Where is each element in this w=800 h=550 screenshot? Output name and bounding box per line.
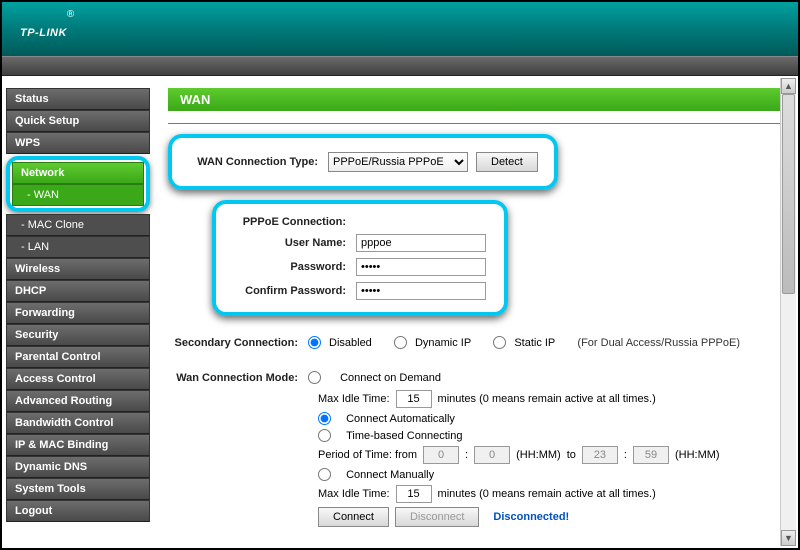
sidebar-item-wps[interactable]: WPS: [6, 132, 150, 154]
mode-manual-radio[interactable]: [318, 468, 331, 481]
wan-type-label: WAN Connection Type:: [188, 156, 328, 168]
secondary-static-radio[interactable]: [493, 336, 506, 349]
sidebar-item-system-tools[interactable]: System Tools: [6, 478, 150, 500]
period-h2-input[interactable]: [582, 446, 618, 464]
connection-status: Disconnected!: [493, 511, 569, 523]
secondary-disabled-label: Disabled: [329, 337, 372, 349]
secondary-connection-label: Secondary Connection:: [168, 337, 308, 349]
disconnect-button[interactable]: Disconnect: [395, 507, 479, 527]
period-h1-input[interactable]: [423, 446, 459, 464]
sidebar-item-status[interactable]: Status: [6, 88, 150, 110]
sidebar-item-wireless[interactable]: Wireless: [6, 258, 150, 280]
idle2-label: Max Idle Time:: [318, 488, 390, 500]
sidebar-item-wan[interactable]: - WAN: [12, 184, 144, 206]
to-label: to: [567, 449, 576, 461]
username-input[interactable]: [356, 234, 486, 252]
sidebar-item-quick-setup[interactable]: Quick Setup: [6, 110, 150, 132]
confirm-password-input[interactable]: [356, 282, 486, 300]
logo: TP-LINK®: [20, 15, 75, 43]
pppoe-heading: PPPoE Connection:: [216, 216, 356, 228]
confirm-password-label: Confirm Password:: [216, 285, 356, 297]
sidebar-item-parental-control[interactable]: Parental Control: [6, 346, 150, 368]
hhmm2: (HH:MM): [675, 449, 720, 461]
mode-time-radio[interactable]: [318, 429, 331, 442]
sidebar-item-bandwidth-control[interactable]: Bandwidth Control: [6, 412, 150, 434]
secondary-static-label: Static IP: [514, 337, 555, 349]
sidebar-item-dhcp[interactable]: DHCP: [6, 280, 150, 302]
sidebar-item-lan[interactable]: - LAN: [6, 236, 150, 258]
content-area: WAN WAN Connection Type: PPPoE/Russia PP…: [150, 76, 798, 548]
detect-button[interactable]: Detect: [476, 152, 538, 172]
highlight-wan-type: WAN Connection Type: PPPoE/Russia PPPoE …: [168, 134, 558, 190]
mode-auto-radio[interactable]: [318, 412, 331, 425]
sidebar-item-security[interactable]: Security: [6, 324, 150, 346]
sidebar-item-mac-clone[interactable]: - MAC Clone: [6, 214, 150, 236]
secondary-disabled-radio[interactable]: [308, 336, 321, 349]
period-m1-input[interactable]: [474, 446, 510, 464]
scroll-thumb[interactable]: [782, 94, 795, 294]
sidebar-item-access-control[interactable]: Access Control: [6, 368, 150, 390]
idle-label: Max Idle Time:: [318, 393, 390, 405]
idle2-time-input[interactable]: [396, 485, 432, 503]
sidebar: StatusQuick SetupWPSNetwork- WAN- MAC Cl…: [2, 76, 150, 548]
sidebar-item-network[interactable]: Network: [12, 162, 144, 184]
sidebar-item-dynamic-dns[interactable]: Dynamic DNS: [6, 456, 150, 478]
connect-button[interactable]: Connect: [318, 507, 389, 527]
sidebar-item-ip-mac-binding[interactable]: IP & MAC Binding: [6, 434, 150, 456]
sidebar-item-advanced-routing[interactable]: Advanced Routing: [6, 390, 150, 412]
mode-time-label: Time-based Connecting: [346, 430, 462, 442]
mode-manual-label: Connect Manually: [346, 469, 434, 481]
sidebar-highlight: Network- WAN: [6, 156, 150, 212]
mode-demand-radio[interactable]: [308, 371, 321, 384]
password-input[interactable]: [356, 258, 486, 276]
secondary-note: (For Dual Access/Russia PPPoE): [577, 337, 740, 349]
secondary-dynamic-label: Dynamic IP: [415, 337, 471, 349]
scroll-up-button[interactable]: ▲: [781, 78, 796, 94]
password-label: Password:: [216, 261, 356, 273]
period-label: Period of Time: from: [318, 449, 417, 461]
divider: [168, 123, 780, 124]
header: TP-LINK®: [2, 2, 798, 56]
topbar: [2, 56, 798, 76]
mode-auto-label: Connect Automatically: [346, 413, 455, 425]
scroll-down-button[interactable]: ▼: [781, 530, 796, 546]
scrollbar[interactable]: ▲ ▼: [780, 78, 796, 546]
secondary-dynamic-radio[interactable]: [394, 336, 407, 349]
idle-note: minutes (0 means remain active at all ti…: [438, 393, 656, 405]
highlight-pppoe: PPPoE Connection: User Name: Password: C…: [212, 200, 508, 316]
idle2-note: minutes (0 means remain active at all ti…: [438, 488, 656, 500]
period-m2-input[interactable]: [633, 446, 669, 464]
hhmm1: (HH:MM): [516, 449, 561, 461]
mode-demand-label: Connect on Demand: [340, 372, 441, 384]
wan-type-select[interactable]: PPPoE/Russia PPPoE: [328, 152, 468, 172]
username-label: User Name:: [216, 237, 356, 249]
idle-time-input[interactable]: [396, 390, 432, 408]
sidebar-item-forwarding[interactable]: Forwarding: [6, 302, 150, 324]
sidebar-item-logout[interactable]: Logout: [6, 500, 150, 522]
page-title: WAN: [168, 88, 780, 111]
wan-mode-label: Wan Connection Mode:: [168, 372, 308, 384]
